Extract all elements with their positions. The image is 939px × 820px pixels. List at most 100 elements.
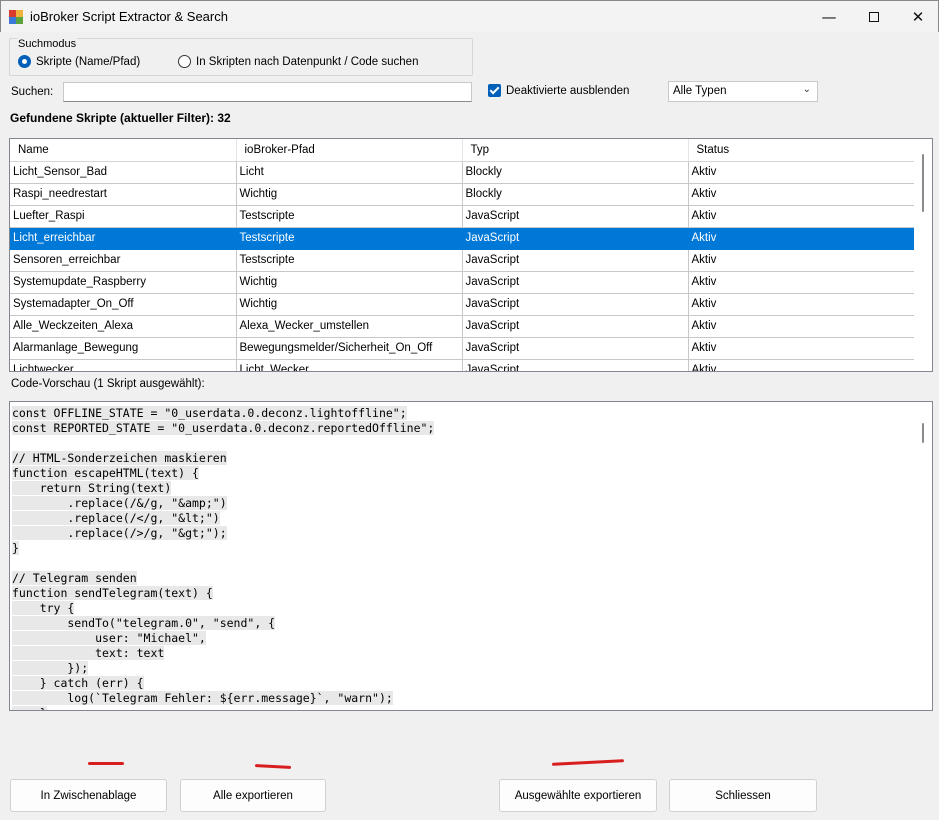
- code-line: }: [12, 541, 19, 555]
- search-mode-legend: Suchmodus: [17, 38, 78, 50]
- code-scroll-thumb[interactable]: [922, 423, 924, 443]
- table-row[interactable]: Systemadapter_On_Off Wichtig JavaScript Akt…: [10, 293, 916, 316]
- code-line: user: "Michael",: [12, 631, 206, 645]
- cell-type[interactable]: Blockly: [462, 183, 689, 206]
- code-line: const OFFLINE_STATE = "0_userdata.0.deco…: [12, 406, 407, 420]
- cell-status[interactable]: Aktiv: [688, 293, 916, 316]
- maximize-button[interactable]: [851, 1, 897, 33]
- cell-name[interactable]: Alle_Weckzeiten_Alexa: [10, 315, 237, 338]
- cell-type[interactable]: JavaScript: [462, 249, 689, 272]
- export-selected-button[interactable]: Ausgewählte exportieren: [499, 779, 657, 812]
- radio-search-name-path[interactable]: Skripte (Name/Pfad): [18, 55, 140, 68]
- cell-path[interactable]: Alexa_Wecker_umstellen: [236, 315, 463, 338]
- code-line: // HTML-Sonderzeichen maskieren: [12, 451, 227, 465]
- hide-disabled-checkbox[interactable]: Deaktivierte ausblenden: [488, 84, 629, 97]
- cell-type[interactable]: JavaScript: [462, 271, 689, 294]
- cell-path[interactable]: Licht: [236, 161, 463, 184]
- cell-name[interactable]: Luefter_Raspi: [10, 205, 237, 228]
- cell-status[interactable]: Aktiv: [688, 161, 916, 184]
- cell-status[interactable]: Aktiv: [688, 337, 916, 360]
- type-filter-value: Alle Typen: [673, 85, 727, 97]
- minimize-icon: —: [821, 8, 837, 26]
- export-all-button[interactable]: Alle exportieren: [180, 779, 326, 812]
- cell-name[interactable]: Alarmanlage_Bewegung: [10, 337, 237, 360]
- table-row-selected[interactable]: Licht_erreichbar Testscripte JavaScript Akt…: [10, 227, 916, 250]
- table-row[interactable]: Sensoren_erreichbar Testscripte JavaScript…: [10, 249, 916, 272]
- cell-path[interactable]: Testscripte: [236, 227, 463, 250]
- code-scrollbar[interactable]: [914, 402, 932, 710]
- red-annotation-mark: [254, 764, 292, 769]
- column-header-name[interactable]: Name: [10, 139, 237, 162]
- code-line: try {: [12, 601, 75, 615]
- code-line: .replace(/</g, "&lt;"): [12, 511, 220, 525]
- window-title: ioBroker Script Extractor & Search: [30, 9, 228, 24]
- title-bar: ioBroker Script Extractor & Search — ✕: [0, 0, 939, 32]
- cell-path[interactable]: Testscripte: [236, 205, 463, 228]
- cell-status[interactable]: Aktiv: [688, 359, 916, 371]
- cell-type[interactable]: JavaScript: [462, 337, 689, 360]
- cell-type[interactable]: Blockly: [462, 161, 689, 184]
- table-row[interactable]: Licht_Sensor_Bad Licht Blockly Aktiv: [10, 161, 916, 184]
- cell-name[interactable]: Licht_Sensor_Bad: [10, 161, 237, 184]
- cell-status[interactable]: Aktiv: [688, 183, 916, 206]
- cell-type[interactable]: JavaScript: [462, 315, 689, 338]
- table-row[interactable]: Luefter_Raspi Testscripte JavaScript Aktiv: [10, 205, 916, 228]
- cell-path[interactable]: Licht_Wecker: [236, 359, 463, 371]
- search-input[interactable]: [63, 82, 472, 102]
- radio-search-code[interactable]: In Skripten nach Datenpunkt / Code suche…: [178, 55, 418, 68]
- cell-type[interactable]: JavaScript: [462, 359, 689, 371]
- code-preview-label: Code-Vorschau (1 Skript ausgewählt):: [11, 378, 205, 390]
- close-window-button[interactable]: ✕: [895, 1, 939, 33]
- column-header-status[interactable]: Status: [688, 139, 916, 162]
- table-row[interactable]: Alarmanlage_Bewegung Bewegungsmelder/Sich…: [10, 337, 916, 360]
- cell-name[interactable]: Licht_erreichbar: [10, 227, 237, 250]
- table-row[interactable]: Systemupdate_Raspberry Wichtig JavaScript A…: [10, 271, 916, 294]
- close-icon: ✕: [911, 8, 925, 26]
- cell-status[interactable]: Aktiv: [688, 315, 916, 338]
- scripts-grid[interactable]: Name ioBroker-Pfad Typ Status Licht_Sens…: [9, 138, 933, 372]
- code-line: function sendTelegram(text) {: [12, 586, 213, 600]
- table-row[interactable]: Raspi_needrestart Wichtig Blockly Aktiv: [10, 183, 916, 206]
- grid-scroll-thumb[interactable]: [922, 154, 924, 212]
- copy-to-clipboard-button[interactable]: In Zwischenablage: [10, 779, 167, 812]
- radio-selected-icon[interactable]: [18, 55, 31, 68]
- close-button[interactable]: Schliessen: [669, 779, 817, 812]
- column-header-path[interactable]: ioBroker-Pfad: [236, 139, 463, 162]
- cell-path[interactable]: Wichtig: [236, 183, 463, 206]
- app-icon: [9, 10, 23, 24]
- cell-name[interactable]: Lichtwecker: [10, 359, 237, 371]
- cell-name[interactable]: Systemadapter_On_Off: [10, 293, 237, 316]
- cell-path[interactable]: Wichtig: [236, 293, 463, 316]
- cell-name[interactable]: Raspi_needrestart: [10, 183, 237, 206]
- red-annotation-mark: [551, 759, 625, 766]
- code-line: sendTo("telegram.0", "send", {: [12, 616, 276, 630]
- code-line: .replace(/>/g, "&gt;");: [12, 526, 227, 540]
- table-row[interactable]: Lichtwecker Licht_Wecker JavaScript Aktiv: [10, 359, 916, 371]
- cell-name[interactable]: Sensoren_erreichbar: [10, 249, 237, 272]
- cell-status[interactable]: Aktiv: [688, 205, 916, 228]
- type-filter-select[interactable]: Alle Typen ⌄: [668, 81, 818, 102]
- cell-type[interactable]: JavaScript: [462, 227, 689, 250]
- chevron-down-icon: ⌄: [802, 84, 811, 95]
- cell-type[interactable]: JavaScript: [462, 205, 689, 228]
- cell-status[interactable]: Aktiv: [688, 227, 916, 250]
- grid-scrollbar[interactable]: [914, 139, 932, 371]
- cell-status[interactable]: Aktiv: [688, 249, 916, 272]
- minimize-button[interactable]: —: [806, 1, 852, 33]
- code-text[interactable]: const OFFLINE_STATE = "0_userdata.0.deco…: [12, 406, 930, 710]
- radio-unselected-icon[interactable]: [178, 55, 191, 68]
- column-header-type[interactable]: Typ: [462, 139, 689, 162]
- code-line: }: [12, 706, 47, 710]
- cell-status[interactable]: Aktiv: [688, 271, 916, 294]
- code-preview[interactable]: const OFFLINE_STATE = "0_userdata.0.deco…: [9, 401, 933, 711]
- cell-path[interactable]: Wichtig: [236, 271, 463, 294]
- code-line: // Telegram senden: [12, 571, 137, 585]
- cell-path[interactable]: Testscripte: [236, 249, 463, 272]
- red-annotation-mark: [88, 762, 124, 765]
- table-row[interactable]: Alle_Weckzeiten_Alexa Alexa_Wecker_umstel…: [10, 315, 916, 338]
- cell-name[interactable]: Systemupdate_Raspberry: [10, 271, 237, 294]
- cell-type[interactable]: JavaScript: [462, 293, 689, 316]
- cell-path[interactable]: Bewegungsmelder/Sicherheit_On_Off: [236, 337, 463, 360]
- result-count-label: Gefundene Skripte (aktueller Filter): 32: [10, 111, 231, 125]
- checkbox-checked-icon[interactable]: [488, 84, 501, 97]
